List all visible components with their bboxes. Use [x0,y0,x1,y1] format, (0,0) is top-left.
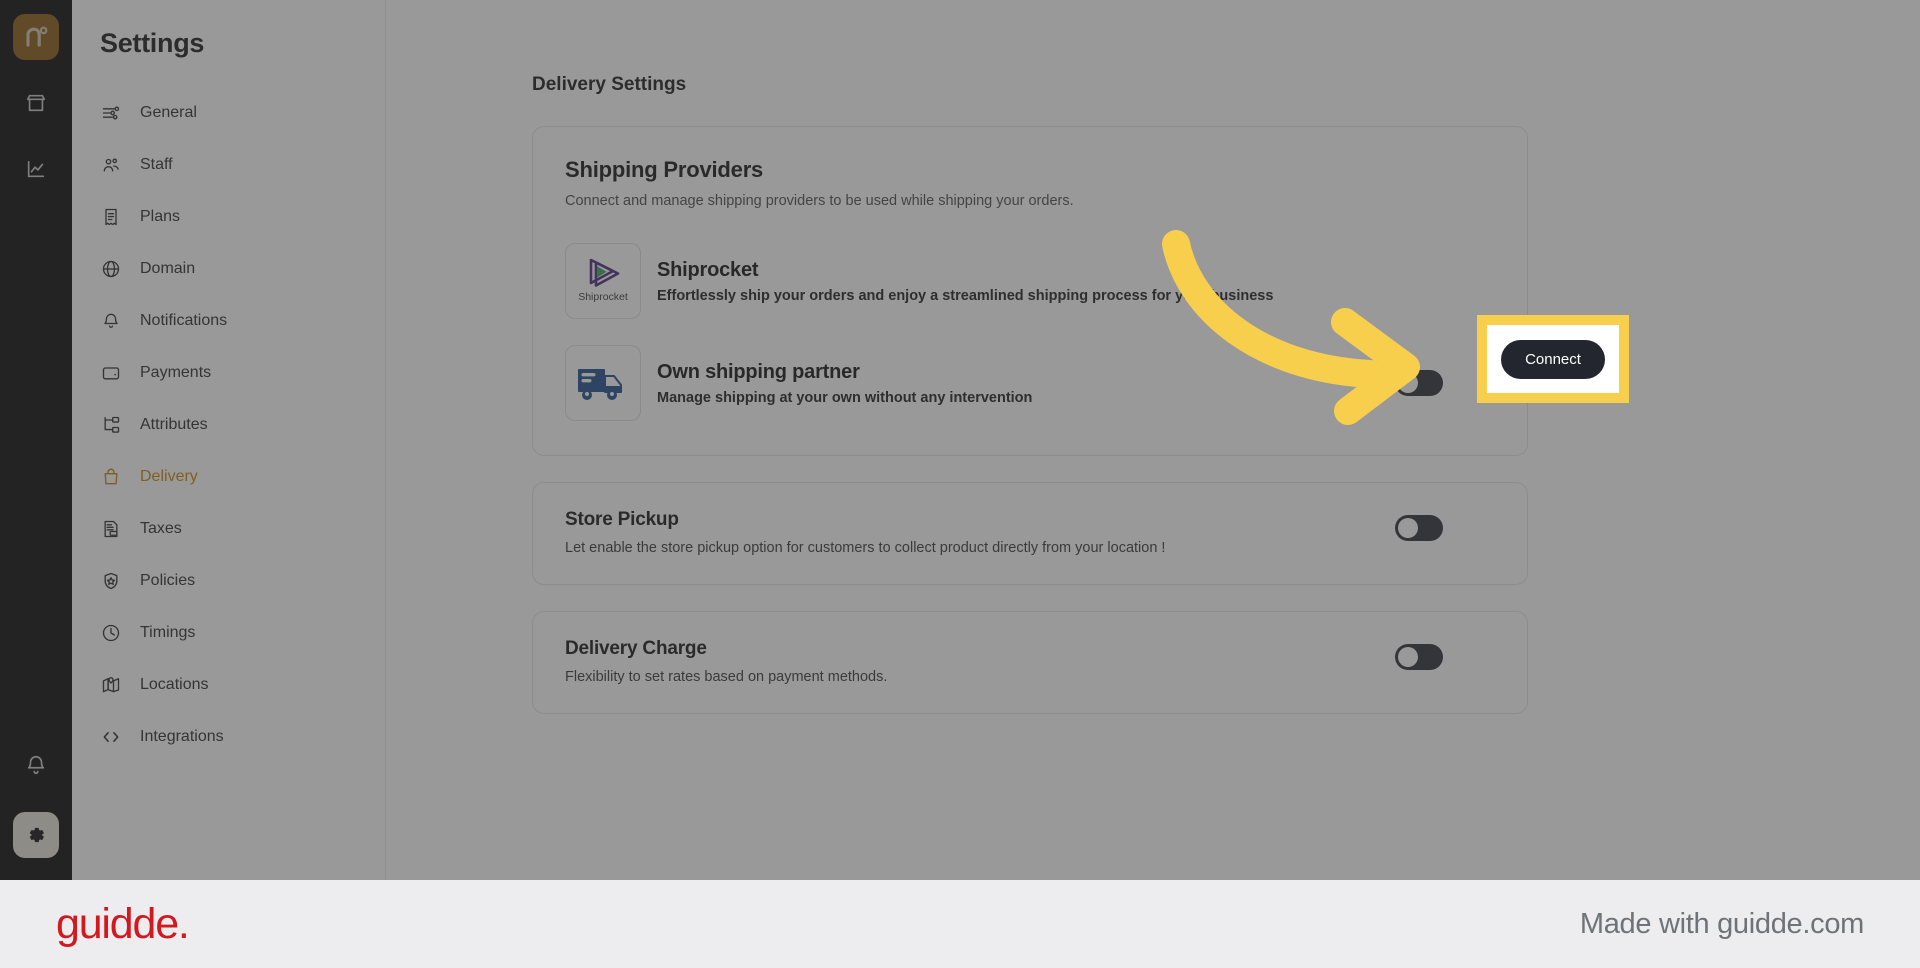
sidebar-item-staff[interactable]: Staff [72,139,385,191]
settings-sidebar: Settings General Staff Plans Domain Noti… [72,0,386,880]
sidebar-item-label: Locations [140,676,209,693]
brand-logo-icon[interactable] [13,14,59,60]
provider-name: Shiprocket [657,258,759,281]
bag-icon [100,466,122,488]
clock-icon [100,622,122,644]
screenshot-root: Settings General Staff Plans Domain Noti… [0,0,1920,968]
shipping-providers-subtitle: Connect and manage shipping providers to… [565,193,1074,209]
guidde-footer: guidde. Made with guidde.com [0,880,1920,968]
toggle-knob [1398,518,1418,538]
sidebar-item-label: Domain [140,260,196,277]
store-pickup-title: Store Pickup [565,509,679,530]
provider-name: Own shipping partner [657,360,860,383]
settings-nav: General Staff Plans Domain Notifications… [72,87,385,763]
receipt-icon [100,206,122,228]
app-shell: Settings General Staff Plans Domain Noti… [0,0,1920,880]
sliders-icon [100,102,122,124]
shiprocket-text-block: Shiprocket Effortlessly ship your orders… [657,259,1343,304]
sidebar-item-delivery[interactable]: Delivery [72,451,385,503]
store-pickup-toggle[interactable] [1395,515,1443,541]
sidebar-item-attributes[interactable]: Attributes [72,399,385,451]
bell-icon[interactable] [13,742,59,788]
sidebar-item-locations[interactable]: Locations [72,659,385,711]
map-icon [100,674,122,696]
shipping-providers-card: Shipping Providers Connect and manage sh… [532,126,1528,456]
tax-document-icon [100,518,122,540]
sidebar-item-label: Policies [140,572,196,589]
toggle-knob [1398,647,1418,667]
delivery-truck-icon [565,345,641,421]
shiprocket-logo-icon: Shiprocket [565,243,641,319]
sidebar-item-label: Payments [140,364,212,381]
own-shipping-toggle-cell [1343,345,1495,421]
own-shipping-text-block: Own shipping partner Manage shipping at … [657,361,1343,406]
wallet-icon [100,362,122,384]
sidebar-item-label: Plans [140,208,181,225]
connect-button[interactable]: Connect [1501,339,1605,379]
rail-bottom-group [0,722,72,880]
delivery-charge-toggle-cell [1343,638,1495,670]
delivery-settings-heading: Delivery Settings [532,74,687,95]
store-icon[interactable] [13,80,59,126]
connect-button-highlight: Connect [1477,315,1629,403]
bell-icon [100,310,122,332]
sidebar-item-policies[interactable]: Policies [72,555,385,607]
sidebar-item-payments[interactable]: Payments [72,347,385,399]
globe-icon [100,258,122,280]
store-pickup-card: Store Pickup Let enable the store pickup… [532,482,1528,585]
users-icon [100,154,122,176]
own-shipping-partner-toggle[interactable] [1395,370,1443,396]
code-icon [100,726,122,748]
guidde-logo: guidde. [56,899,190,948]
delivery-charge-card: Delivery Charge Flexibility to set rates… [532,611,1528,714]
sidebar-item-label: Integrations [140,728,224,745]
made-with-guidde-label: Made with guidde.com [1579,907,1864,940]
provider-row-shiprocket: Shiprocket Shiprocket Effortlessly ship … [565,243,1495,319]
sidebar-item-label: Attributes [140,416,208,433]
store-pickup-subtitle: Let enable the store pickup option for c… [565,540,1166,556]
store-pickup-toggle-cell [1343,509,1495,541]
sidebar-item-taxes[interactable]: Taxes [72,503,385,555]
sidebar-item-timings[interactable]: Timings [72,607,385,659]
sidebar-item-label: Taxes [140,520,182,537]
provider-description: Manage shipping at your own without any … [657,389,1033,406]
delivery-charge-text-block: Delivery Charge Flexibility to set rates… [565,638,1343,685]
sidebar-item-label: Timings [140,624,196,641]
sidebar-item-label: Staff [140,156,173,173]
shipping-providers-title: Shipping Providers [565,157,764,182]
sidebar-item-integrations[interactable]: Integrations [72,711,385,763]
toggle-knob [1398,373,1418,393]
sidebar-item-plans[interactable]: Plans [72,191,385,243]
sidebar-item-label: Delivery [140,468,198,485]
main-content: Delivery Settings Shipping Providers Con… [386,0,1920,880]
delivery-charge-title: Delivery Charge [565,638,707,659]
sidebar-item-label: Notifications [140,312,228,329]
sidebar-item-domain[interactable]: Domain [72,243,385,295]
provider-description: Effortlessly ship your orders and enjoy … [657,287,1274,304]
delivery-charge-toggle[interactable] [1395,644,1443,670]
icon-rail [0,0,72,880]
sidebar-item-general[interactable]: General [72,87,385,139]
svg-text:Shiprocket: Shiprocket [578,291,628,303]
store-pickup-text-block: Store Pickup Let enable the store pickup… [565,509,1343,556]
provider-row-own-shipping-partner: Own shipping partner Manage shipping at … [565,345,1495,421]
page-title: Settings [100,28,205,58]
analytics-icon[interactable] [13,146,59,192]
tree-icon [100,414,122,436]
delivery-charge-subtitle: Flexibility to set rates based on paymen… [565,669,888,685]
sidebar-item-label: General [140,104,197,121]
gear-icon[interactable] [13,812,59,858]
shield-icon [100,570,122,592]
sidebar-item-notifications[interactable]: Notifications [72,295,385,347]
